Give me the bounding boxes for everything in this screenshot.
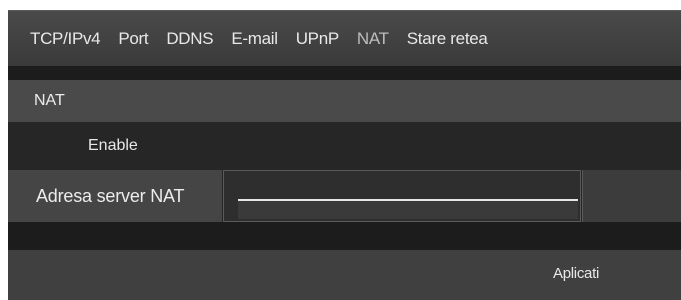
enable-label[interactable]: Enable <box>88 137 138 155</box>
tab-nat[interactable]: NAT <box>357 29 389 49</box>
section-title: NAT <box>8 80 681 122</box>
divider <box>8 66 681 80</box>
tab-upnp[interactable]: UPnP <box>296 29 340 49</box>
divider <box>8 222 681 250</box>
server-row-spacer <box>582 170 681 222</box>
footer-bar: Aplicati <box>8 250 681 300</box>
apply-button[interactable]: Aplicati <box>553 265 599 282</box>
tab-port[interactable]: Port <box>118 29 148 49</box>
tab-email[interactable]: E-mail <box>231 29 278 49</box>
server-input-container <box>223 170 581 222</box>
enable-row[interactable]: Enable <box>8 122 681 170</box>
server-label-text: Adresa server NAT <box>36 185 185 206</box>
section-title-text: NAT <box>34 92 65 109</box>
tab-ddns[interactable]: DDNS <box>166 29 213 49</box>
tab-stare-retea[interactable]: Stare retea <box>407 29 488 49</box>
server-input-lower-area <box>238 201 578 219</box>
nat-server-input[interactable] <box>238 177 578 201</box>
server-row: Adresa server NAT <box>8 170 681 222</box>
tab-bar: TCP/IPv4 Port DDNS E-mail UPnP NAT Stare… <box>8 10 681 66</box>
tab-tcp-ipv4[interactable]: TCP/IPv4 <box>30 29 101 49</box>
server-label: Adresa server NAT <box>8 170 222 222</box>
